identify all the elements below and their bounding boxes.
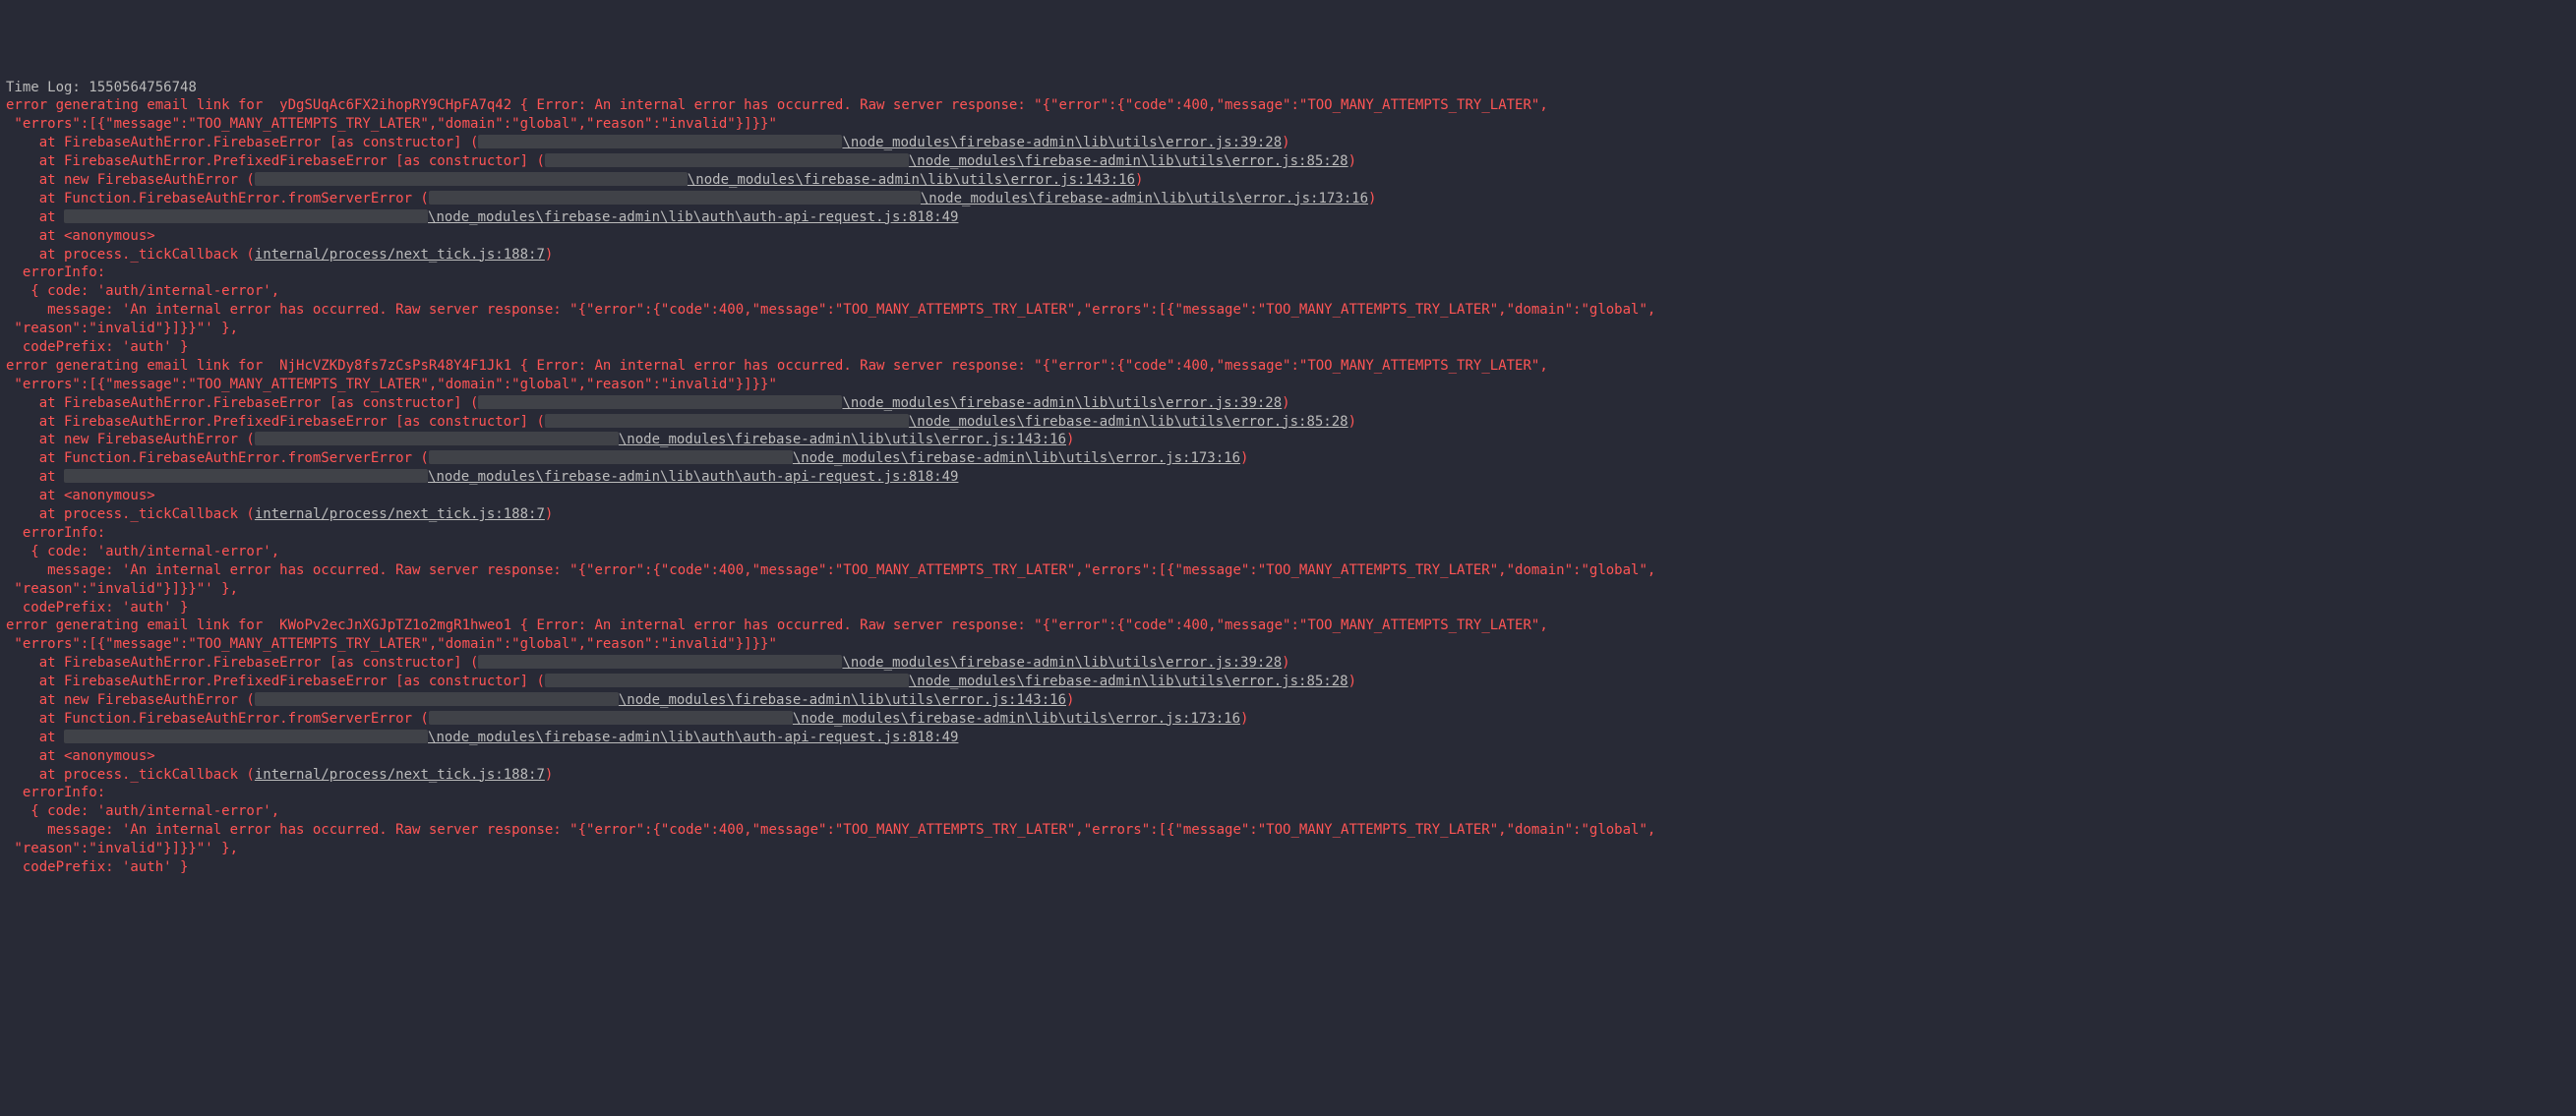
error-info-code: { code: 'auth/internal-error',	[6, 803, 279, 819]
error-info-message: message: 'An internal error has occurred…	[6, 562, 1655, 578]
redacted-path	[478, 135, 842, 148]
error-header-line2: "errors":[{"message":"TOO_MANY_ATTEMPTS_…	[6, 636, 777, 652]
source-link[interactable]: \node_modules\firebase-admin\lib\utils\e…	[909, 414, 1348, 430]
redacted-path	[255, 432, 619, 445]
stack-frame-tail: )	[1135, 172, 1143, 188]
error-user-id: yDgSUqAc6FX2ihopRY9CHpFA7q42	[279, 97, 511, 113]
stack-frame-tail: )	[1282, 135, 1289, 150]
stack-frame-prefix: at Function.FirebaseAuthError.fromServer…	[6, 191, 429, 206]
stack-frame-prefix: at	[6, 730, 64, 745]
source-link[interactable]: \node_modules\firebase-admin\lib\utils\e…	[842, 655, 1282, 671]
redacted-path	[64, 469, 428, 483]
source-link[interactable]: \node_modules\firebase-admin\lib\auth\au…	[428, 209, 958, 225]
source-link[interactable]: \node_modules\firebase-admin\lib\utils\e…	[842, 135, 1282, 150]
stack-frame-prefix: at	[6, 469, 64, 485]
redacted-path	[545, 153, 909, 167]
error-info-prefix: codePrefix: 'auth' }	[6, 859, 188, 875]
time-log-label: Time Log:	[6, 80, 89, 95]
source-link[interactable]: internal/process/next_tick.js:188:7	[255, 506, 545, 522]
error-info-label: errorInfo:	[6, 264, 105, 280]
stack-frame-prefix: at Function.FirebaseAuthError.fromServer…	[6, 711, 429, 727]
error-info-prefix: codePrefix: 'auth' }	[6, 600, 188, 616]
stack-frame-tail: )	[1368, 191, 1376, 206]
stack-frame-tail: )	[1240, 711, 1248, 727]
error-header: error generating email link for	[6, 358, 279, 374]
redacted-path	[429, 711, 793, 725]
error-header-line2: "errors":[{"message":"TOO_MANY_ATTEMPTS_…	[6, 377, 777, 392]
error-info-code: { code: 'auth/internal-error',	[6, 544, 279, 559]
source-link[interactable]: \node_modules\firebase-admin\lib\utils\e…	[688, 172, 1135, 188]
stack-frame-prefix: at FirebaseAuthError.FirebaseError [as c…	[6, 395, 478, 411]
source-link[interactable]: \node_modules\firebase-admin\lib\utils\e…	[921, 191, 1368, 206]
error-info-message2: "reason":"invalid"}]}}"' },	[6, 581, 238, 597]
redacted-path	[545, 414, 909, 428]
source-link[interactable]: \node_modules\firebase-admin\lib\utils\e…	[793, 711, 1240, 727]
error-info-prefix: codePrefix: 'auth' }	[6, 339, 188, 355]
stack-frame-prefix: at	[6, 209, 64, 225]
error-info-label: errorInfo:	[6, 785, 105, 800]
source-link[interactable]: \node_modules\firebase-admin\lib\utils\e…	[909, 674, 1348, 689]
source-link[interactable]: \node_modules\firebase-admin\lib\utils\e…	[793, 450, 1240, 466]
error-user-id: NjHcVZKDy8fs7zCsPsR48Y4F1Jk1	[279, 358, 511, 374]
stack-frame-prefix: at FirebaseAuthError.FirebaseError [as c…	[6, 135, 478, 150]
stack-frame-prefix: at process._tickCallback (	[6, 767, 255, 783]
redacted-path	[478, 655, 842, 669]
time-log-value: 1550564756748	[89, 80, 197, 95]
error-info-message: message: 'An internal error has occurred…	[6, 822, 1655, 838]
stack-frame-tail: )	[1282, 655, 1289, 671]
source-link[interactable]: internal/process/next_tick.js:188:7	[255, 767, 545, 783]
stack-frame-tail: )	[1066, 432, 1074, 447]
stack-frame-prefix: at FirebaseAuthError.FirebaseError [as c…	[6, 655, 478, 671]
redacted-path	[429, 450, 793, 464]
source-link[interactable]: \node_modules\firebase-admin\lib\utils\e…	[909, 153, 1348, 169]
error-header: error generating email link for	[6, 617, 279, 633]
error-header-tail: { Error: An internal error has occurred.…	[511, 358, 1548, 374]
stack-frame-prefix: at Function.FirebaseAuthError.fromServer…	[6, 450, 429, 466]
error-header-tail: { Error: An internal error has occurred.…	[511, 617, 1548, 633]
stack-frame-prefix: at new FirebaseAuthError (	[6, 172, 255, 188]
stack-frame-tail: )	[545, 506, 553, 522]
stack-frame-tail: )	[545, 767, 553, 783]
source-link[interactable]: \node_modules\firebase-admin\lib\utils\e…	[619, 432, 1066, 447]
source-link[interactable]: internal/process/next_tick.js:188:7	[255, 247, 545, 263]
error-info-message: message: 'An internal error has occurred…	[6, 302, 1655, 318]
redacted-path	[255, 692, 619, 706]
error-user-id: KWoPv2ecJnXGJpTZ1o2mgR1hweo1	[279, 617, 511, 633]
stack-frame-prefix: at FirebaseAuthError.PrefixedFirebaseErr…	[6, 414, 545, 430]
error-info-code: { code: 'auth/internal-error',	[6, 283, 279, 299]
error-header-line2: "errors":[{"message":"TOO_MANY_ATTEMPTS_…	[6, 116, 777, 132]
stack-frame-prefix: at <anonymous>	[6, 228, 155, 244]
stack-frame-prefix: at process._tickCallback (	[6, 247, 255, 263]
stack-frame-tail: )	[1240, 450, 1248, 466]
source-link[interactable]: \node_modules\firebase-admin\lib\auth\au…	[428, 469, 958, 485]
source-link[interactable]: \node_modules\firebase-admin\lib\auth\au…	[428, 730, 958, 745]
stack-frame-prefix: at process._tickCallback (	[6, 506, 255, 522]
error-info-message2: "reason":"invalid"}]}}"' },	[6, 321, 238, 336]
stack-frame-tail: )	[1282, 395, 1289, 411]
stack-frame-tail: )	[545, 247, 553, 263]
stack-frame-tail: )	[1348, 414, 1356, 430]
stack-frame-tail: )	[1066, 692, 1074, 708]
stack-frame-prefix: at <anonymous>	[6, 748, 155, 764]
redacted-path	[64, 209, 428, 223]
stack-frame-prefix: at FirebaseAuthError.PrefixedFirebaseErr…	[6, 674, 545, 689]
error-header-tail: { Error: An internal error has occurred.…	[511, 97, 1548, 113]
error-header: error generating email link for	[6, 97, 279, 113]
redacted-path	[545, 674, 909, 687]
error-info-label: errorInfo:	[6, 525, 105, 541]
stack-frame-prefix: at <anonymous>	[6, 488, 155, 503]
redacted-path	[255, 172, 688, 186]
stack-frame-tail: )	[1348, 674, 1356, 689]
source-link[interactable]: \node_modules\firebase-admin\lib\utils\e…	[619, 692, 1066, 708]
source-link[interactable]: \node_modules\firebase-admin\lib\utils\e…	[842, 395, 1282, 411]
redacted-path	[64, 730, 428, 743]
stack-frame-prefix: at new FirebaseAuthError (	[6, 432, 255, 447]
console-output: Time Log: 1550564756748 error generating…	[6, 79, 2570, 877]
redacted-path	[429, 191, 921, 205]
stack-frame-tail: )	[1348, 153, 1356, 169]
redacted-path	[478, 395, 842, 409]
stack-frame-prefix: at new FirebaseAuthError (	[6, 692, 255, 708]
stack-frame-prefix: at FirebaseAuthError.PrefixedFirebaseErr…	[6, 153, 545, 169]
error-info-message2: "reason":"invalid"}]}}"' },	[6, 841, 238, 856]
